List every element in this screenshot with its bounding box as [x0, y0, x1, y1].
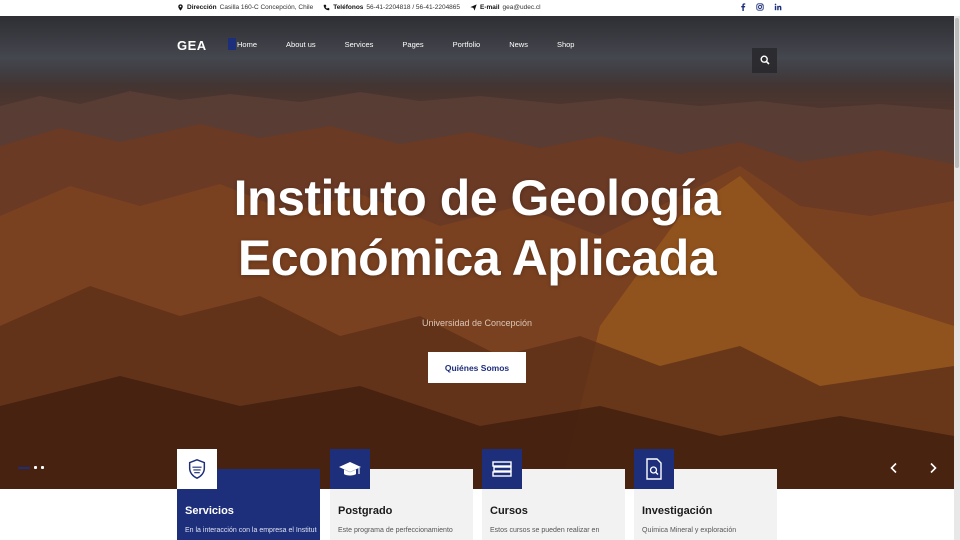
slider-dot[interactable]: [34, 466, 37, 469]
nav-item-portfolio[interactable]: Portfolio: [453, 40, 481, 49]
nav-item-about-us[interactable]: About us: [286, 40, 316, 49]
nav-item-services[interactable]: Services: [345, 40, 374, 49]
main-nav: GEA Home About us Services Pages Portfol…: [0, 16, 954, 73]
email-item: E-mail gea@udec.cl: [470, 4, 541, 11]
address-value: Casilla 160-C Concepción, Chile: [219, 4, 314, 11]
instagram-icon[interactable]: [756, 3, 764, 13]
slider-dot[interactable]: [18, 466, 30, 469]
graduation-cap-icon: [330, 449, 370, 489]
card-text: En la interacción con la empresa el Inst…: [185, 527, 317, 534]
card-text: Este programa de perfeccionamiento: [338, 527, 453, 534]
slider-dots: [18, 466, 44, 469]
books-icon: [482, 449, 522, 489]
slider-next-button[interactable]: [928, 462, 938, 476]
social-links: [740, 3, 782, 13]
document-search-icon: [634, 449, 674, 489]
slider-prev-button[interactable]: [889, 462, 899, 476]
nav-item-home[interactable]: Home: [227, 38, 257, 50]
card-title: Postgrado: [338, 505, 393, 517]
top-info-bar: Dirección Casilla 160-C Concepción, Chil…: [0, 0, 960, 16]
hero-subtitle: Universidad de Concepción: [421, 318, 533, 328]
send-icon: [470, 4, 477, 11]
nav-item-news[interactable]: News: [509, 40, 528, 49]
phone-icon: [323, 4, 330, 11]
card-text: Estos cursos se pueden realizar en: [490, 527, 600, 534]
location-pin-icon: [177, 4, 184, 11]
card-title: Cursos: [490, 505, 528, 517]
address-item: Dirección Casilla 160-C Concepción, Chil…: [177, 4, 313, 11]
scrollbar-thumb[interactable]: [955, 18, 959, 168]
about-us-button[interactable]: Quiénes Somos: [428, 352, 526, 383]
shield-badge-icon: [177, 449, 217, 489]
address-label: Dirección: [187, 4, 217, 11]
phone-value[interactable]: 56-41-2204818 / 56-41-2204865: [366, 4, 460, 11]
phone-label: Teléfonos: [333, 4, 364, 11]
search-icon: [759, 52, 770, 70]
hero-title-line-1: Instituto de Geología: [233, 170, 721, 226]
phone-item: Teléfonos 56-41-2204818 / 56-41-2204865: [323, 4, 460, 11]
facebook-icon[interactable]: [740, 3, 746, 13]
search-button[interactable]: [752, 48, 777, 73]
contact-info: Dirección Casilla 160-C Concepción, Chil…: [177, 4, 541, 11]
slider-dot[interactable]: [41, 466, 44, 469]
site-logo[interactable]: GEA: [177, 38, 207, 53]
hero-title: Instituto de Geología Económica Aplicada: [0, 168, 954, 288]
linkedin-icon[interactable]: [774, 3, 782, 13]
hero-title-line-2: Económica Aplicada: [237, 230, 717, 286]
nav-menu: Home About us Services Pages Portfolio N…: [227, 38, 603, 50]
email-value[interactable]: gea@udec.cl: [503, 4, 541, 11]
card-text: Química Mineral y exploración: [642, 527, 737, 534]
email-label: E-mail: [480, 4, 500, 11]
chevron-right-icon: [928, 461, 938, 477]
nav-item-pages[interactable]: Pages: [402, 40, 423, 49]
card-title: Investigación: [642, 505, 713, 517]
nav-item-shop[interactable]: Shop: [557, 40, 575, 49]
chevron-left-icon: [889, 461, 899, 477]
card-title: Servicios: [185, 505, 234, 517]
page-scrollbar[interactable]: [954, 16, 960, 540]
